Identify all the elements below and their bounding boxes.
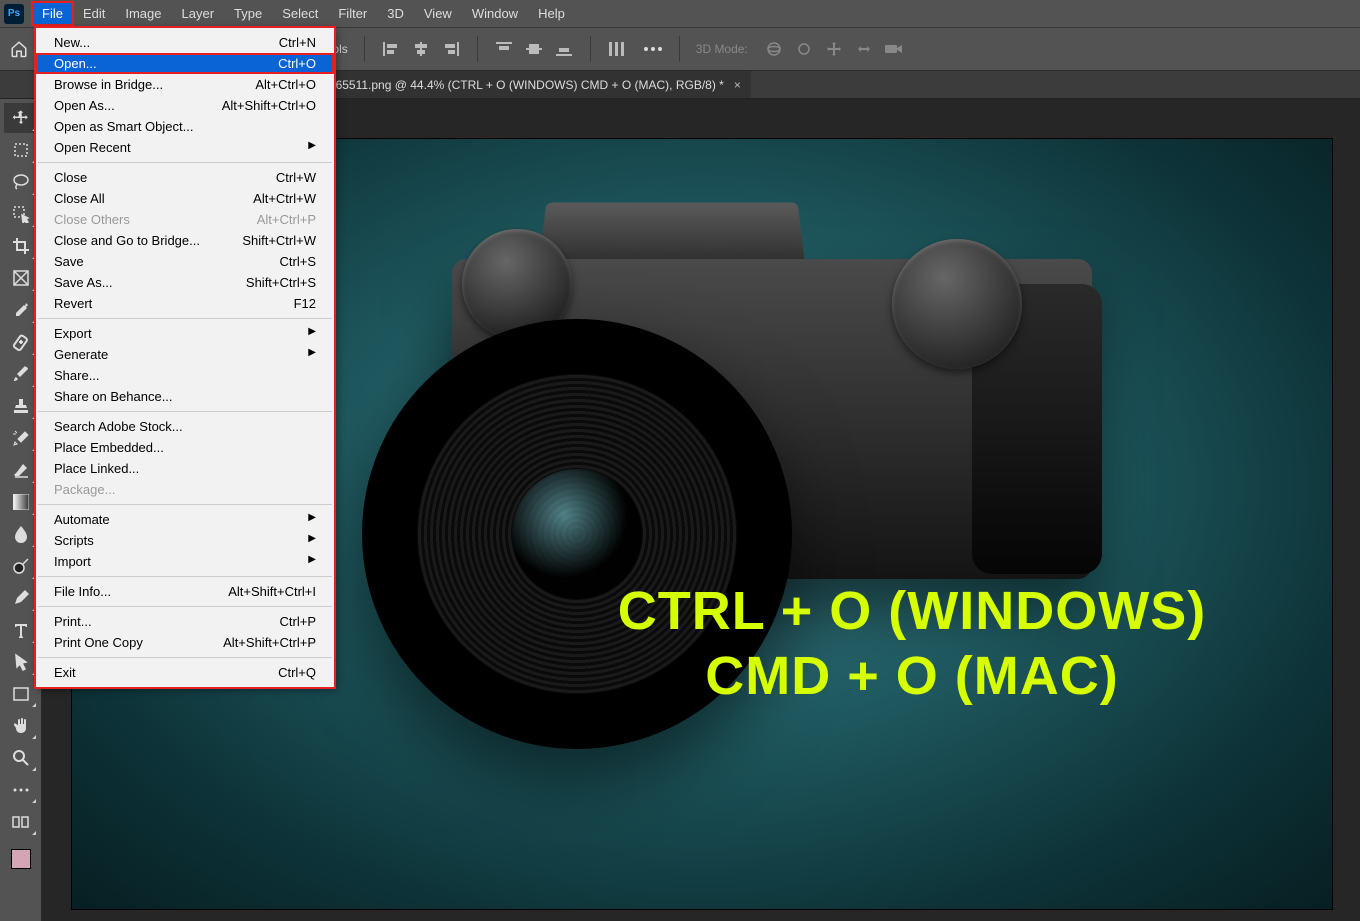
dist-middle-icon[interactable] (524, 40, 544, 58)
menu-item-search-adobe-stock[interactable]: Search Adobe Stock... (36, 416, 334, 437)
menu-item-close-and-go-to-bridge[interactable]: Close and Go to Bridge...Shift+Ctrl+W (36, 230, 334, 251)
menu-item-exit[interactable]: ExitCtrl+Q (36, 662, 334, 683)
foreground-color-swatch[interactable] (11, 849, 31, 869)
menu-select[interactable]: Select (272, 2, 328, 25)
menu-item-share-on-behance[interactable]: Share on Behance... (36, 386, 334, 407)
menu-item-new[interactable]: New...Ctrl+N (36, 32, 334, 53)
menu-item-export[interactable]: Export▶ (36, 323, 334, 344)
history-brush-tool[interactable] (4, 423, 38, 453)
menu-item-save[interactable]: SaveCtrl+S (36, 251, 334, 272)
gradient-tool[interactable] (4, 487, 38, 517)
menu-item-close-all[interactable]: Close AllAlt+Ctrl+W (36, 188, 334, 209)
menu-item-open-as-smart-object[interactable]: Open as Smart Object... (36, 116, 334, 137)
menu-item-automate[interactable]: Automate▶ (36, 509, 334, 530)
mode-3d-label: 3D Mode: (696, 42, 748, 56)
pen-tool[interactable] (4, 583, 38, 613)
frame-tool[interactable] (4, 263, 38, 293)
roll-3d-icon[interactable] (794, 40, 814, 58)
lasso-tool[interactable] (4, 167, 38, 197)
app-logo: Ps (4, 4, 24, 24)
menu-image[interactable]: Image (115, 2, 171, 25)
dist-spacing-icon[interactable] (607, 40, 627, 58)
menu-item-save-as[interactable]: Save As...Shift+Ctrl+S (36, 272, 334, 293)
camera-illustration (892, 239, 1022, 369)
menu-item-package: Package... (36, 479, 334, 500)
menu-item-close-others: Close OthersAlt+Ctrl+P (36, 209, 334, 230)
rectangle-tool[interactable] (4, 679, 38, 709)
eraser-tool[interactable] (4, 455, 38, 485)
menu-item-scripts[interactable]: Scripts▶ (36, 530, 334, 551)
type-tool[interactable] (4, 615, 38, 645)
ellipsis-tool[interactable] (4, 775, 38, 805)
home-icon[interactable] (8, 38, 30, 60)
stamp-tool[interactable] (4, 391, 38, 421)
menu-layer[interactable]: Layer (172, 2, 225, 25)
menu-window[interactable]: Window (462, 2, 528, 25)
menu-item-generate[interactable]: Generate▶ (36, 344, 334, 365)
align-center-h-icon[interactable] (411, 40, 431, 58)
crop-tool[interactable] (4, 231, 38, 261)
blur-tool[interactable] (4, 519, 38, 549)
move-tool[interactable] (4, 103, 38, 133)
menu-item-place-linked[interactable]: Place Linked... (36, 458, 334, 479)
menu-edit[interactable]: Edit (73, 2, 115, 25)
overlay-text: CTRL + O (WINDOWS) CMD + O (MAC) (502, 579, 1322, 709)
menu-item-open[interactable]: Open...Ctrl+O (36, 53, 334, 74)
menu-item-file-info[interactable]: File Info...Alt+Shift+Ctrl+I (36, 581, 334, 602)
menu-item-import[interactable]: Import▶ (36, 551, 334, 572)
dist-bottom-icon[interactable] (554, 40, 574, 58)
close-tab-icon[interactable]: × (734, 78, 741, 92)
menu-item-share[interactable]: Share... (36, 365, 334, 386)
hand-tool[interactable] (4, 711, 38, 741)
quick-select-tool[interactable] (4, 199, 38, 229)
brush-tool[interactable] (4, 359, 38, 389)
orbit-3d-icon[interactable] (764, 40, 784, 58)
menu-help[interactable]: Help (528, 2, 575, 25)
zoom-tool[interactable] (4, 743, 38, 773)
menu-view[interactable]: View (414, 2, 462, 25)
path-select-tool[interactable] (4, 647, 38, 677)
menu-item-place-embedded[interactable]: Place Embedded... (36, 437, 334, 458)
eyedropper-tool[interactable] (4, 295, 38, 325)
menu-item-print-one-copy[interactable]: Print One CopyAlt+Shift+Ctrl+P (36, 632, 334, 653)
menu-file[interactable]: File (32, 2, 73, 25)
menu-item-print[interactable]: Print...Ctrl+P (36, 611, 334, 632)
menu-type[interactable]: Type (224, 2, 272, 25)
align-left-icon[interactable] (381, 40, 401, 58)
menu-item-open-as[interactable]: Open As...Alt+Shift+Ctrl+O (36, 95, 334, 116)
dodge-tool[interactable] (4, 551, 38, 581)
menu-item-browse-in-bridge[interactable]: Browse in Bridge...Alt+Ctrl+O (36, 74, 334, 95)
more-options-icon[interactable] (643, 40, 663, 58)
menu-item-open-recent[interactable]: Open Recent▶ (36, 137, 334, 158)
slide-3d-icon[interactable] (854, 40, 874, 58)
edit-toolbar-tool[interactable] (4, 807, 38, 837)
menu-3d[interactable]: 3D (377, 2, 414, 25)
menu-item-revert[interactable]: RevertF12 (36, 293, 334, 314)
healing-tool[interactable] (4, 327, 38, 357)
menu-filter[interactable]: Filter (328, 2, 377, 25)
file-menu-dropdown: New...Ctrl+NOpen...Ctrl+OBrowse in Bridg… (35, 27, 335, 688)
distribute-group (494, 40, 574, 58)
dist-top-icon[interactable] (494, 40, 514, 58)
menu-item-close[interactable]: CloseCtrl+W (36, 167, 334, 188)
pan-3d-icon[interactable] (824, 40, 844, 58)
align-group (381, 40, 461, 58)
menubar: Ps FileEditImageLayerTypeSelectFilter3DV… (0, 0, 1360, 27)
align-right-icon[interactable] (441, 40, 461, 58)
artboard-tool[interactable] (4, 135, 38, 165)
camera-3d-icon[interactable] (884, 40, 904, 58)
